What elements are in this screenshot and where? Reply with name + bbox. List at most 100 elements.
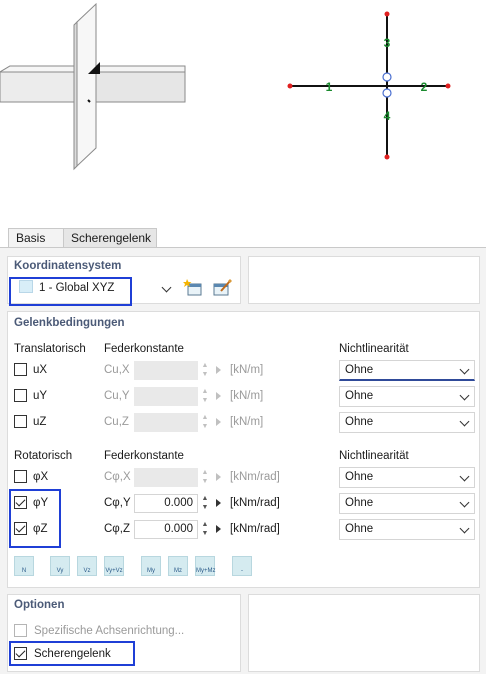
label-specific-axes: Spezifische Achsenrichtung... — [34, 625, 185, 637]
hinge-symbol-none-label: - — [241, 568, 243, 574]
label-cuy: Cu,Y — [104, 390, 130, 402]
select-nonlin-phiy[interactable]: Ohne — [339, 493, 475, 514]
label-cphiy: Cφ,Y — [104, 497, 131, 509]
unit-cuz: [kN/m] — [230, 416, 264, 428]
node-marker — [445, 83, 451, 89]
member-label-2: 2 — [421, 80, 428, 94]
member-label-4: 4 — [384, 109, 391, 123]
label-cphiz: Cφ,Z — [104, 523, 130, 535]
select-nonlin-ux[interactable]: Ohne — [339, 360, 475, 381]
node-marker — [384, 11, 390, 17]
chevron-down-icon — [161, 282, 172, 293]
label-uy: uY — [33, 390, 48, 402]
label-cux: Cu,X — [104, 364, 130, 376]
select-nonlin-phix[interactable]: Ohne — [339, 467, 475, 488]
optionen-title: Optionen — [14, 599, 65, 611]
tab-basis[interactable]: Basis — [8, 228, 64, 249]
translatorisch-heading: Translatorisch — [14, 343, 86, 355]
node-marker — [287, 83, 293, 89]
edit-coordinate-system-button[interactable] — [211, 278, 233, 298]
arrow-right-icon[interactable] — [216, 473, 221, 481]
hinge-symbol-vy-button[interactable]: Vy — [50, 556, 70, 576]
chevron-down-icon — [459, 364, 470, 375]
nichtlinearitaet-rot-heading: Nichtlinearität — [339, 450, 409, 462]
hinge-symbol-vyvz-label: Vy+Vz — [105, 568, 123, 574]
node-marker — [384, 154, 390, 160]
highlight-rotations — [9, 489, 61, 548]
input-cphix[interactable] — [134, 468, 198, 487]
checkbox-uz[interactable] — [14, 415, 27, 428]
arrow-right-icon[interactable] — [216, 392, 221, 400]
chevron-down-icon — [459, 390, 470, 401]
hinge-symbol-vy-label: Vy — [56, 568, 64, 574]
highlight-koordinatensystem — [9, 277, 132, 306]
tab-content-basis: Koordinatensystem 1 - Global XYZ Gelenkb… — [0, 247, 486, 674]
select-nonlin-uz-value: Ohne — [345, 416, 374, 428]
member-label-1: 1 — [326, 80, 333, 94]
arrow-right-icon[interactable] — [216, 366, 221, 374]
hinge-symbol-none-button[interactable]: - — [232, 556, 252, 576]
chevron-down-icon — [459, 416, 470, 427]
checkbox-phix[interactable] — [14, 470, 27, 483]
koordinatensystem-right-panel — [248, 256, 480, 304]
input-cphiy[interactable]: 0.000 — [134, 494, 198, 513]
spinner-cphiz[interactable]: ▲ ▼ — [200, 520, 210, 539]
select-nonlin-phiy-value: Ohne — [345, 497, 374, 509]
input-cuz[interactable] — [134, 413, 198, 432]
input-cphiz[interactable]: 0.000 — [134, 520, 198, 539]
label-phix: φX — [33, 471, 49, 483]
checkbox-specific-axes[interactable] — [14, 624, 27, 637]
spinner-cux[interactable]: ▲ ▼ — [200, 361, 210, 380]
hinge-symbol-mymz-label: My+Mz — [196, 568, 216, 574]
label-uz: uZ — [33, 416, 47, 428]
arrow-right-icon[interactable] — [216, 499, 221, 507]
hinge-symbol-vz-button[interactable]: Vz — [77, 556, 97, 576]
checkbox-uy[interactable] — [14, 389, 27, 402]
spinner-cuy[interactable]: ▲ ▼ — [200, 387, 210, 406]
highlight-scherengelenk — [9, 641, 135, 666]
unit-cuy: [kN/m] — [230, 390, 264, 402]
input-cuy[interactable] — [134, 387, 198, 406]
label-cphix: Cφ,X — [104, 471, 131, 483]
hinge-symbol-mz-label: Mz — [174, 568, 182, 574]
select-nonlin-phix-value: Ohne — [345, 471, 374, 483]
select-nonlin-uz[interactable]: Ohne — [339, 412, 475, 433]
spinner-cphiy[interactable]: ▲ ▼ — [200, 494, 210, 513]
hinge-symbol-mymz-button[interactable]: My+Mz — [195, 556, 216, 576]
select-nonlin-uy[interactable]: Ohne — [339, 386, 475, 407]
chevron-down-icon — [459, 497, 470, 508]
federkonstante-rot-heading: Federkonstante — [104, 450, 184, 462]
chevron-down-icon — [459, 523, 470, 534]
hinge-symbol-mz-button[interactable]: Mz — [168, 556, 188, 576]
arrow-right-icon[interactable] — [216, 525, 221, 533]
input-cux[interactable] — [134, 361, 198, 380]
chevron-down-icon — [459, 471, 470, 482]
hinge-circle — [382, 72, 392, 82]
select-nonlin-phiz[interactable]: Ohne — [339, 519, 475, 540]
arrow-right-icon[interactable] — [216, 418, 221, 426]
hinge-symbol-vyvz-button[interactable]: Vy+Vz — [104, 556, 124, 576]
new-coordinate-system-button[interactable] — [183, 278, 205, 298]
hinge-symbol-n-button[interactable]: N — [14, 556, 34, 576]
select-nonlin-phiz-value: Ohne — [345, 523, 374, 535]
hinge-circle — [382, 88, 392, 98]
gelenkbedingungen-panel: Gelenkbedingungen Translatorisch Federko… — [7, 311, 480, 588]
hinge-symbol-my-button[interactable]: My — [141, 556, 161, 576]
rotatorisch-heading: Rotatorisch — [14, 450, 73, 462]
hinge-symbol-my-label: My — [147, 568, 155, 574]
unit-cphiz: [kNm/rad] — [230, 523, 280, 535]
hinge-symbol-n-label: N — [21, 568, 27, 574]
unit-cux: [kN/m] — [230, 364, 264, 376]
nichtlinearitaet-heading: Nichtlinearität — [339, 343, 409, 355]
checkbox-ux[interactable] — [14, 363, 27, 376]
unit-cphix: [kNm/rad] — [230, 471, 280, 483]
tab-scherengelenk[interactable]: Scherengelenk — [63, 228, 157, 247]
select-nonlin-ux-value: Ohne — [345, 364, 374, 376]
label-cuz: Cu,Z — [104, 416, 129, 428]
tab-bar: Basis Scherengelenk — [0, 228, 486, 249]
koordinatensystem-title: Koordinatensystem — [14, 260, 122, 272]
spinner-cuz[interactable]: ▲ ▼ — [200, 413, 210, 432]
federkonstante-heading: Federkonstante — [104, 343, 184, 355]
unit-cphiy: [kNm/rad] — [230, 497, 280, 509]
spinner-cphix[interactable]: ▲ ▼ — [200, 468, 210, 487]
